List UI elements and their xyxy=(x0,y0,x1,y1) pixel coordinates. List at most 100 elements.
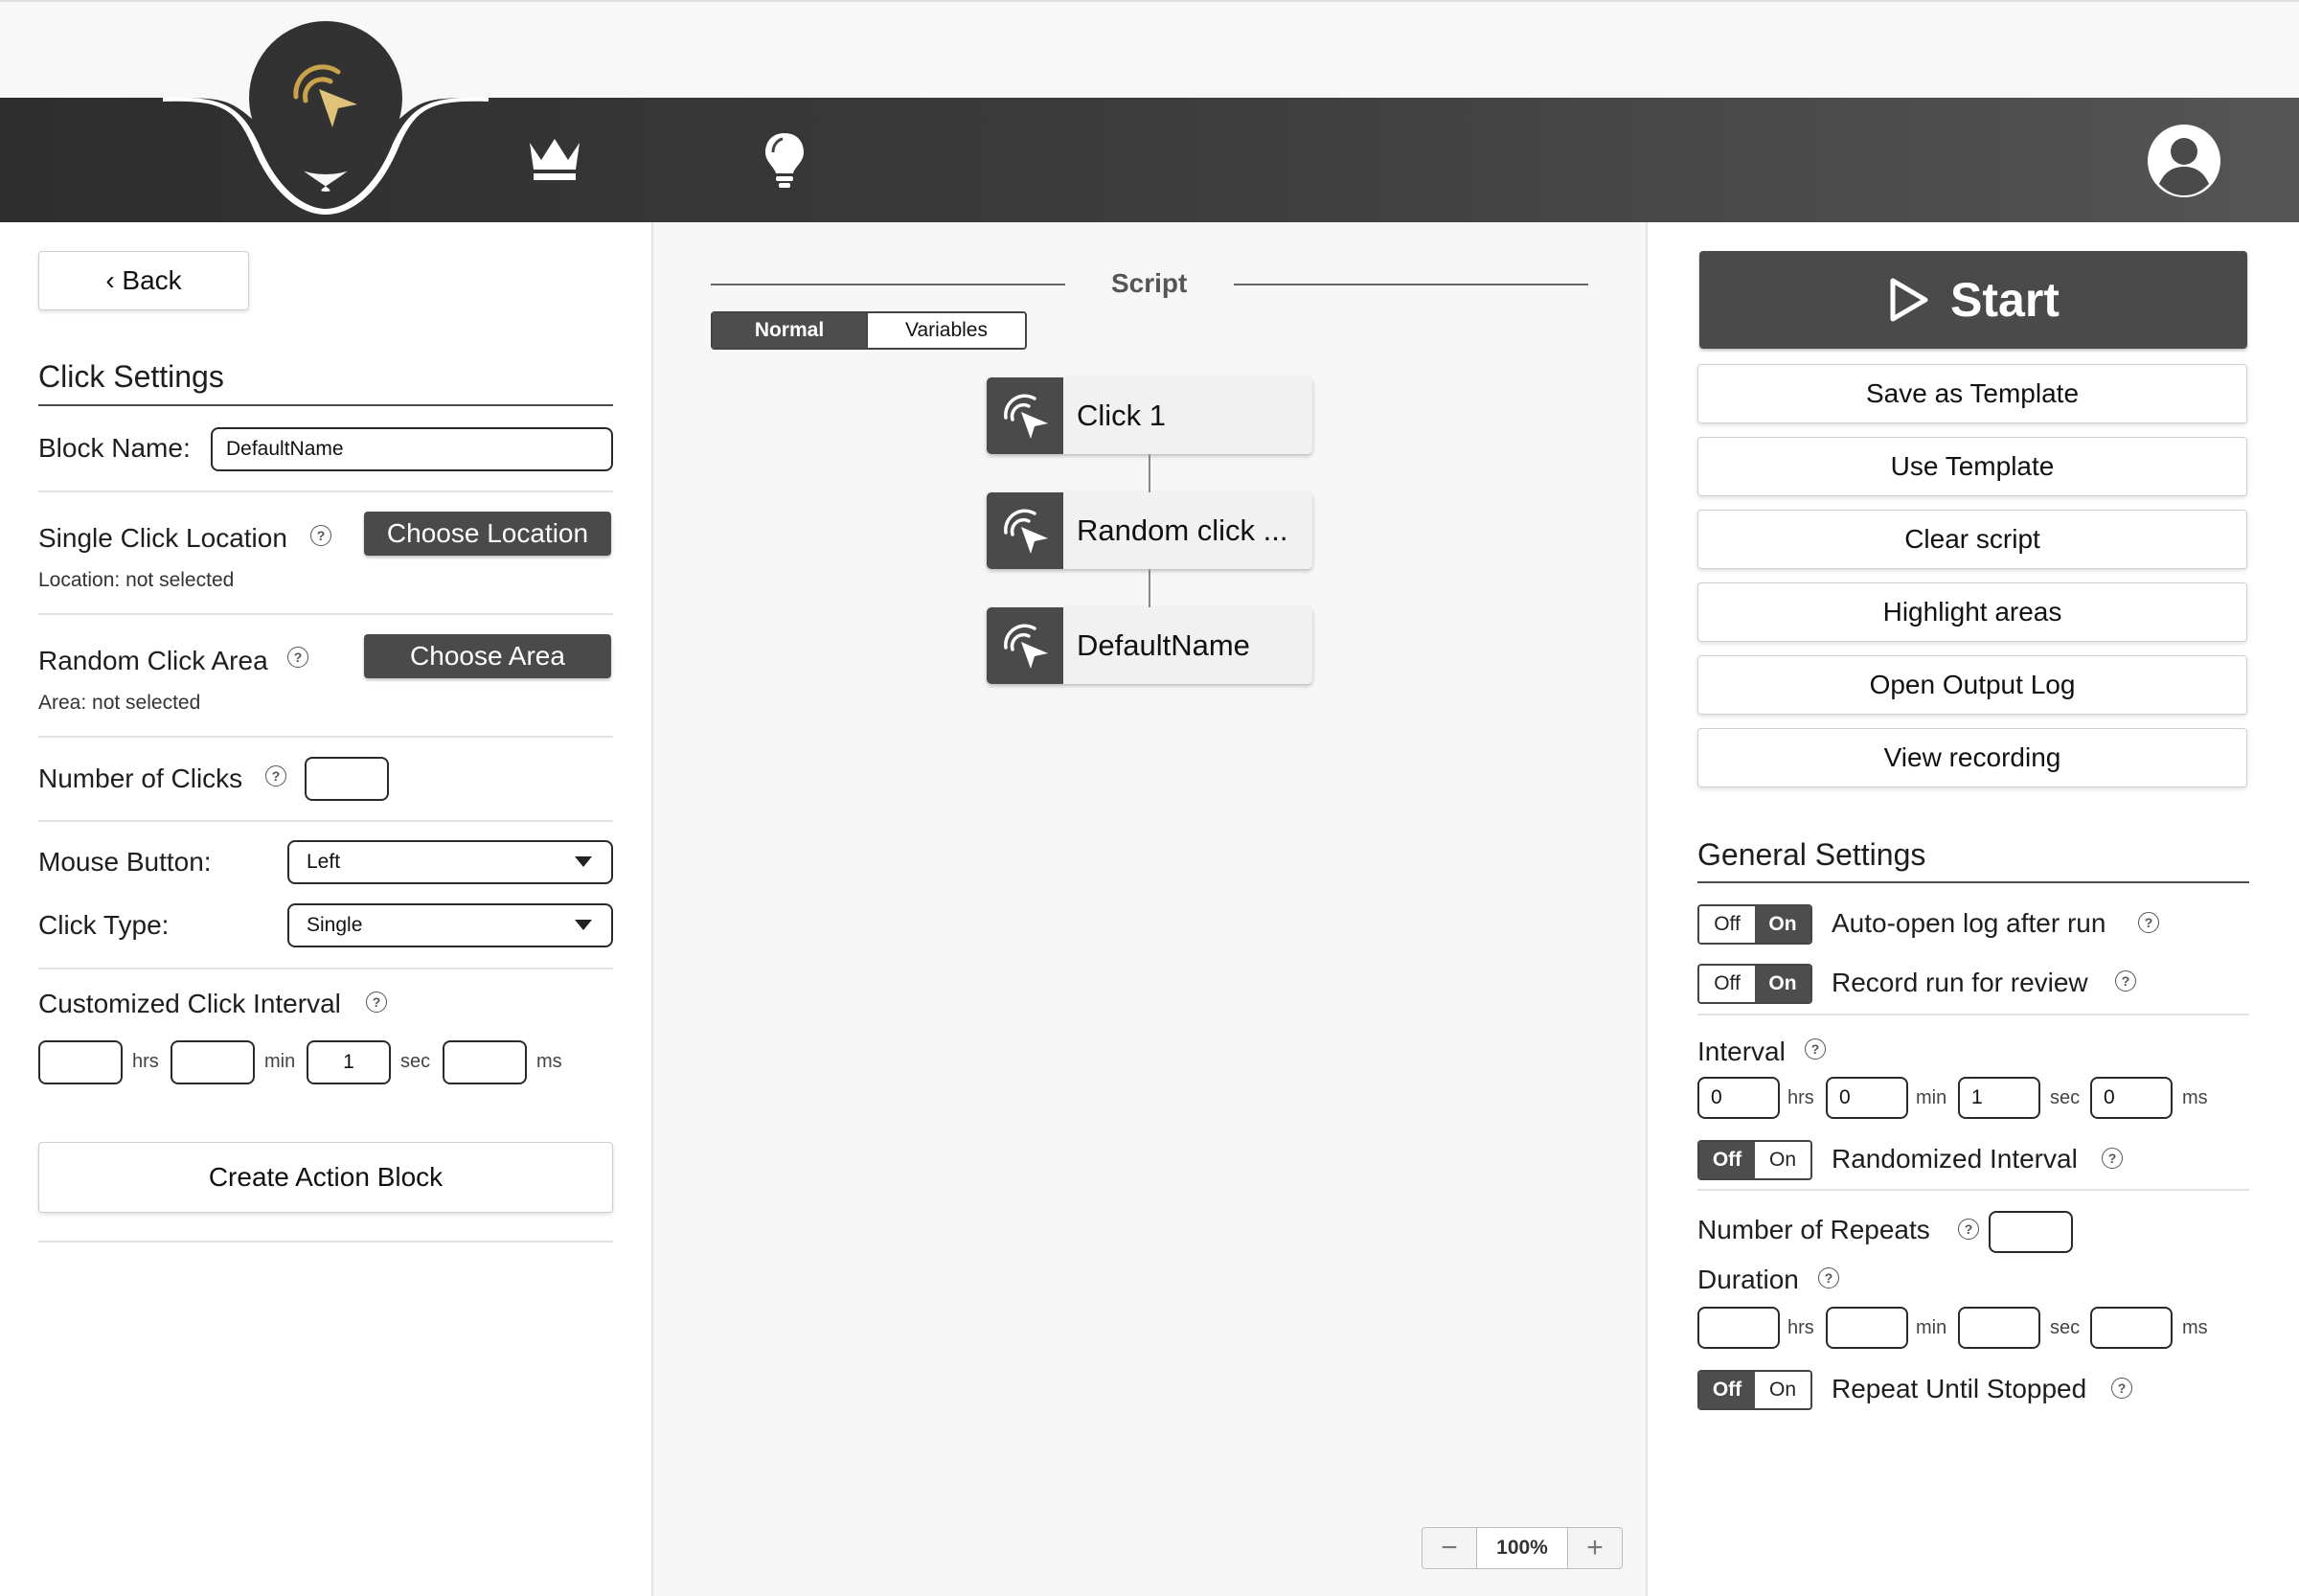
tab-variables[interactable]: Variables xyxy=(866,313,1025,348)
section-rule xyxy=(38,404,613,406)
interval-hrs-input[interactable] xyxy=(38,1040,123,1084)
interval-ms-input[interactable] xyxy=(443,1040,527,1084)
help-icon[interactable]: ? xyxy=(1958,1219,1979,1240)
click-type-label: Click Type: xyxy=(38,910,170,940)
zoom-in-button[interactable]: + xyxy=(1568,1528,1622,1568)
ms-unit: ms xyxy=(536,1051,562,1072)
script-mode-tabs: Normal Variables xyxy=(711,311,1027,350)
auto-open-log-toggle[interactable]: Off On xyxy=(1697,904,1812,945)
interval-label: Interval xyxy=(1697,1037,1786,1066)
record-run-label: Record run for review xyxy=(1832,968,2088,997)
help-icon[interactable]: ? xyxy=(2138,912,2159,933)
block-name-input[interactable] xyxy=(211,427,613,471)
save-as-template-button[interactable]: Save as Template xyxy=(1697,364,2247,423)
user-avatar-icon[interactable] xyxy=(2146,123,2222,199)
divider xyxy=(38,736,613,738)
number-of-repeats-input[interactable] xyxy=(1989,1211,2073,1253)
help-icon[interactable]: ? xyxy=(366,992,387,1013)
number-of-clicks-input[interactable] xyxy=(305,757,389,801)
number-of-repeats-label: Number of Repeats xyxy=(1697,1215,1930,1244)
general-settings-title: General Settings xyxy=(1697,837,1926,872)
highlight-areas-button[interactable]: Highlight areas xyxy=(1697,582,2247,642)
duration-min-input[interactable] xyxy=(1826,1307,1908,1349)
area-status: Area: not selected xyxy=(38,692,201,714)
interval-ms-input[interactable] xyxy=(2090,1077,2173,1119)
view-recording-button[interactable]: View recording xyxy=(1697,728,2247,787)
mouse-button-value: Left xyxy=(307,851,341,873)
click-cursor-icon xyxy=(987,607,1063,684)
script-rule-right xyxy=(1234,284,1588,285)
help-icon[interactable]: ? xyxy=(310,525,331,546)
randomized-interval-toggle[interactable]: Off On xyxy=(1697,1140,1812,1180)
choose-location-button[interactable]: Choose Location xyxy=(364,512,611,556)
duration-sec-input[interactable] xyxy=(1958,1307,2040,1349)
start-button[interactable]: Start xyxy=(1699,251,2247,349)
help-icon[interactable]: ? xyxy=(2102,1148,2123,1169)
help-icon[interactable]: ? xyxy=(2115,970,2136,992)
help-icon[interactable]: ? xyxy=(1805,1038,1826,1060)
min-unit: min xyxy=(264,1051,296,1072)
open-output-log-button[interactable]: Open Output Log xyxy=(1697,655,2247,715)
record-run-toggle[interactable]: Off On xyxy=(1697,964,1812,1004)
click-cursor-icon xyxy=(987,377,1063,454)
toggle-off: Off xyxy=(1699,906,1755,943)
start-label: Start xyxy=(1950,273,2060,327)
interval-min-input[interactable] xyxy=(171,1040,255,1084)
block-connector xyxy=(1149,569,1150,607)
repeat-until-stopped-toggle[interactable]: Off On xyxy=(1697,1370,1812,1410)
divider xyxy=(1697,1014,2249,1015)
block-connector xyxy=(1149,454,1150,492)
duration-hrs-input[interactable] xyxy=(1697,1307,1780,1349)
zoom-control: − 100% + xyxy=(1422,1527,1623,1569)
duration-ms-input[interactable] xyxy=(2090,1307,2173,1349)
tab-normal[interactable]: Normal xyxy=(713,313,866,348)
help-icon[interactable]: ? xyxy=(1818,1267,1839,1288)
interval-sec-input[interactable] xyxy=(1958,1077,2040,1119)
hrs-unit: hrs xyxy=(132,1051,159,1072)
toggle-off: Off xyxy=(1699,1142,1755,1178)
number-of-clicks-label: Number of Clicks xyxy=(38,764,243,793)
back-button[interactable]: ‹ Back xyxy=(38,251,249,310)
choose-area-button[interactable]: Choose Area xyxy=(364,634,611,678)
use-template-button[interactable]: Use Template xyxy=(1697,437,2247,496)
action-block[interactable]: DefaultName xyxy=(987,607,1312,684)
interval-sec-input[interactable] xyxy=(307,1040,391,1084)
help-icon[interactable]: ? xyxy=(287,647,308,668)
crown-icon[interactable] xyxy=(523,130,586,188)
create-action-block-button[interactable]: Create Action Block xyxy=(38,1142,613,1213)
toggle-on: On xyxy=(1755,1372,1810,1408)
divider xyxy=(1697,1189,2249,1191)
toggle-off: Off xyxy=(1699,966,1755,1002)
play-icon xyxy=(1890,278,1928,322)
help-icon[interactable]: ? xyxy=(2111,1378,2132,1399)
block-name-label: Block Name: xyxy=(38,433,191,463)
hrs-unit: hrs xyxy=(1787,1087,1814,1108)
lightbulb-icon[interactable] xyxy=(759,128,810,192)
repeat-until-stopped-label: Repeat Until Stopped xyxy=(1832,1374,2087,1403)
script-rule-left xyxy=(711,284,1065,285)
toggle-off: Off xyxy=(1699,1372,1755,1408)
click-settings-title: Click Settings xyxy=(38,359,224,394)
action-block[interactable]: Random click ... xyxy=(987,492,1312,569)
zoom-out-button[interactable]: − xyxy=(1423,1528,1476,1568)
sec-unit: sec xyxy=(2050,1317,2081,1338)
chevron-down-icon xyxy=(575,856,592,867)
auto-open-log-label: Auto-open log after run xyxy=(1832,908,2106,938)
help-icon[interactable]: ? xyxy=(265,765,286,787)
single-click-location-label: Single Click Location xyxy=(38,523,287,553)
action-block-label: Random click ... xyxy=(1077,513,1288,547)
click-type-select[interactable]: Single xyxy=(287,903,613,947)
action-block[interactable]: Click 1 xyxy=(987,377,1312,454)
mouse-button-label: Mouse Button: xyxy=(38,847,212,877)
divider xyxy=(38,1241,613,1243)
interval-hrs-input[interactable] xyxy=(1697,1077,1780,1119)
location-status: Location: not selected xyxy=(38,569,235,591)
clear-script-button[interactable]: Clear script xyxy=(1697,510,2247,569)
duration-label: Duration xyxy=(1697,1265,1799,1294)
action-block-label: Click 1 xyxy=(1077,399,1167,432)
mouse-button-select[interactable]: Left xyxy=(287,840,613,884)
interval-min-input[interactable] xyxy=(1826,1077,1908,1119)
min-unit: min xyxy=(1916,1317,1947,1338)
ms-unit: ms xyxy=(2182,1317,2208,1338)
app-logo[interactable] xyxy=(249,21,402,174)
